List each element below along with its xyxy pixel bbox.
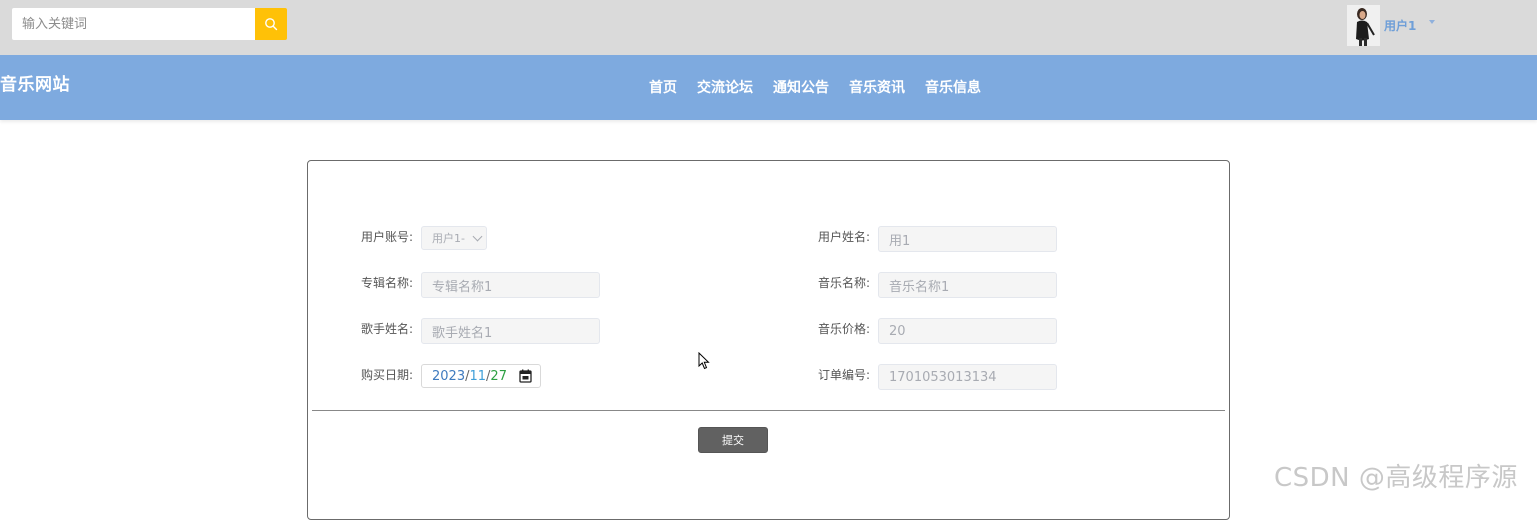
user-name-label: 用户姓名: (818, 230, 871, 244)
music-price-label: 音乐价格: (818, 322, 871, 336)
nav-item-home[interactable]: 首页 (649, 77, 677, 97)
search-input[interactable] (12, 8, 255, 40)
nav-item-music-info[interactable]: 音乐信息 (925, 77, 981, 97)
purchase-date-field[interactable]: 2023/11/27 (421, 364, 541, 388)
order-no-field[interactable]: 1701053013134 (878, 364, 1057, 390)
order-no-value: 1701053013134 (889, 369, 997, 385)
order-no-label: 订单编号: (818, 368, 871, 382)
watermark: CSDN @高级程序源 (1274, 463, 1518, 493)
site-title[interactable]: 音乐网站 (0, 70, 70, 95)
nav-item-forum[interactable]: 交流论坛 (697, 77, 753, 97)
nav-item-notice[interactable]: 通知公告 (773, 77, 829, 97)
music-price-field[interactable]: 20 (878, 318, 1057, 344)
user-name[interactable]: 用户1 (1384, 17, 1416, 34)
submit-button[interactable]: 提交 (698, 427, 768, 453)
music-price-value: 20 (889, 323, 906, 339)
submit-button-label: 提交 (722, 434, 744, 447)
music-name-field[interactable]: 音乐名称1 (878, 272, 1057, 298)
singer-name-value: 歌手姓名1 (432, 325, 493, 341)
calendar-icon[interactable] (519, 369, 532, 383)
avatar-photo (1347, 5, 1380, 46)
nav-item-music-news[interactable]: 音乐资讯 (849, 77, 905, 97)
search-button[interactable] (255, 8, 287, 40)
account-select-value: 用户1- (432, 232, 465, 245)
date-year[interactable]: 2023 (432, 369, 465, 384)
chevron-down-icon (472, 231, 483, 242)
form-divider (312, 410, 1225, 411)
caret-down-icon[interactable] (1429, 20, 1435, 24)
date-month[interactable]: 11 (469, 369, 486, 384)
order-form: 用户账号: 用户1- 用户姓名: 用1 专辑名称: 专辑名称1 音乐名称: 音乐… (307, 160, 1230, 520)
mouse-pointer-icon (698, 352, 710, 370)
search-icon (265, 18, 278, 31)
album-name-field[interactable]: 专辑名称1 (421, 272, 600, 298)
avatar[interactable] (1347, 5, 1380, 46)
album-name-value: 专辑名称1 (432, 279, 493, 295)
user-name-value: 用1 (889, 233, 911, 249)
singer-name-field[interactable]: 歌手姓名1 (421, 318, 600, 344)
music-name-label: 音乐名称: (818, 276, 871, 290)
album-name-label: 专辑名称: (361, 276, 414, 290)
top-bar: 用户1 (0, 0, 1537, 55)
account-select[interactable]: 用户1- (421, 226, 487, 250)
music-name-value: 音乐名称1 (889, 279, 950, 295)
account-label: 用户账号: (361, 230, 414, 244)
nav-menu: 首页 交流论坛 通知公告 音乐资讯 音乐信息 (649, 77, 1001, 97)
nav-bar: 音乐网站 首页 交流论坛 通知公告 音乐资讯 音乐信息 (0, 55, 1537, 120)
singer-name-label: 歌手姓名: (361, 322, 414, 336)
purchase-date-label: 购买日期: (361, 368, 414, 382)
date-day[interactable]: 27 (490, 369, 507, 384)
user-name-field[interactable]: 用1 (878, 226, 1057, 252)
